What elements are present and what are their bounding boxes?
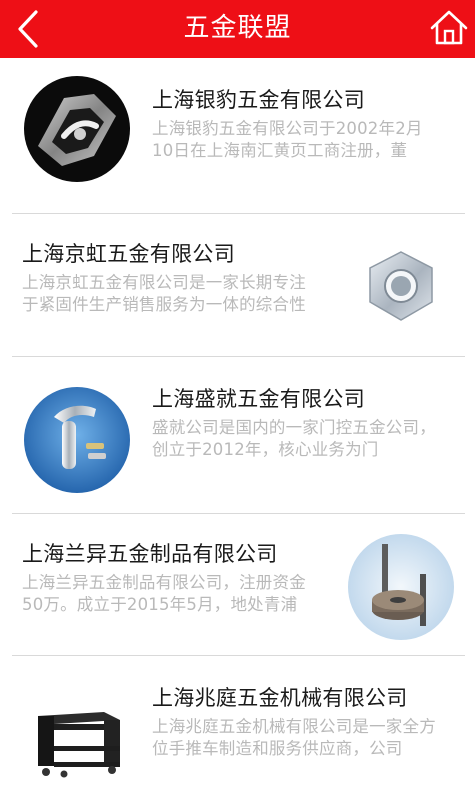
home-icon [430, 10, 468, 45]
company-thumbnail [24, 684, 130, 789]
company-thumbnail [348, 534, 454, 640]
page-title: 五金联盟 [183, 13, 292, 43]
company-thumbnail [24, 76, 130, 182]
company-description: 上海兆庭五金机械有限公司是一家全方位手推车制造和服务供应商，公司 [152, 717, 436, 758]
company-thumbnail [348, 234, 454, 340]
list-item[interactable]: 上海兆庭五金机械有限公司 上海兆庭五金机械有限公司是一家全方位手推车制造和服务供… [12, 656, 465, 789]
app-header: 五金联盟 [0, 0, 475, 58]
company-name: 上海盛就五金有限公司 [152, 387, 365, 411]
company-name: 上海京虹五金有限公司 [22, 242, 235, 266]
gear-shaft-image [348, 534, 454, 640]
trolley-cart-image [24, 684, 130, 789]
door-lock-handle-image [24, 387, 130, 493]
home-button[interactable] [429, 8, 469, 48]
list-item[interactable]: 上海兰异五金制品有限公司 上海兰异五金制品有限公司，注册资金50万。成立于201… [12, 514, 465, 656]
chrome-handle-image [24, 76, 130, 182]
company-thumbnail [24, 387, 130, 493]
company-description: 上海兰异五金制品有限公司，注册资金50万。成立于2015年5月，地处青浦城 [22, 573, 306, 614]
company-name: 上海银豹五金有限公司 [152, 88, 365, 112]
list-item[interactable]: 上海京虹五金有限公司 上海京虹五金有限公司是一家长期专注于紧固件生产销售服务为一… [12, 214, 465, 356]
hex-nut-image [348, 234, 454, 340]
company-name: 上海兆庭五金机械有限公司 [152, 686, 408, 710]
company-description: 盛就公司是国内的一家门控五金公司，创立于2012年，核心业务为门 [152, 418, 436, 459]
company-name: 上海兰异五金制品有限公司 [22, 542, 278, 566]
company-description: 上海银豹五金有限公司于2002年2月10日在上海南汇黄页工商注册，董 [152, 119, 423, 160]
list-item[interactable]: 上海银豹五金有限公司 上海银豹五金有限公司于2002年2月10日在上海南汇黄页工… [12, 58, 465, 200]
company-description: 上海京虹五金有限公司是一家长期专注于紧固件生产销售服务为一体的综合性 [22, 273, 306, 314]
list-item[interactable]: 上海盛就五金有限公司 盛就公司是国内的一家门控五金公司，创立于2012年，核心业… [12, 357, 465, 499]
